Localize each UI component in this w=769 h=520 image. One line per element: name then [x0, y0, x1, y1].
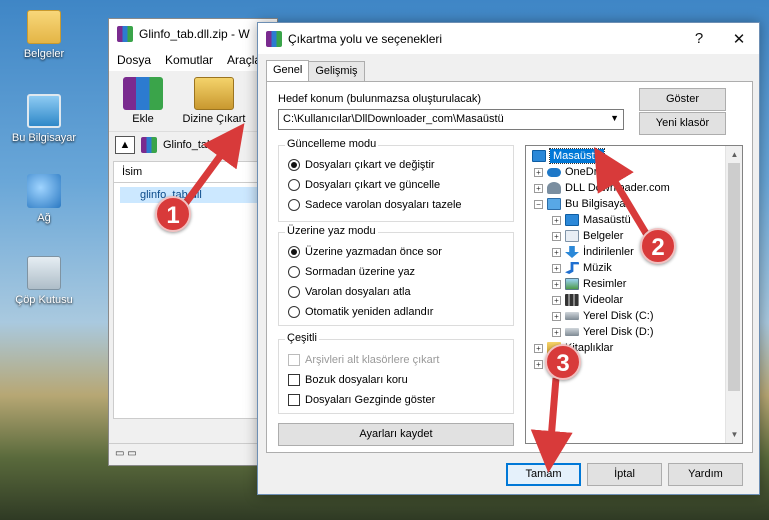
step-marker-2: 2	[640, 228, 676, 264]
arrow-1	[179, 123, 245, 211]
step-marker-3: 3	[545, 344, 581, 380]
arrow-3	[530, 377, 573, 473]
arrow-2	[594, 146, 654, 242]
step-marker-1: 1	[155, 196, 191, 232]
